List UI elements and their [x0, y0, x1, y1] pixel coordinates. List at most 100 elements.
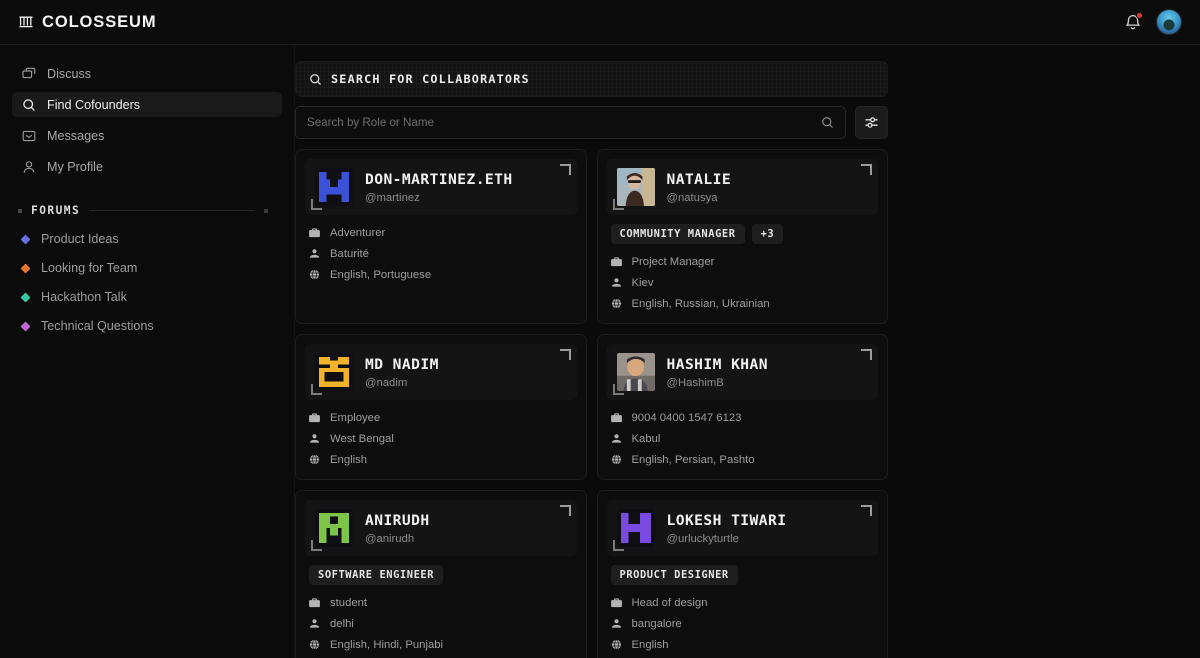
detail-value: English, Portuguese [330, 268, 432, 281]
card-identity: NATALIE @natusya [667, 171, 732, 204]
sidebar-item-label: Messages [47, 128, 105, 143]
collaborator-card[interactable]: HASHIM KHAN @HashimB 9004 0400 1547 6123 [596, 334, 888, 480]
forum-label: Hackathon Talk [41, 290, 127, 304]
search-icon [22, 98, 36, 112]
detail-location: West Bengal [309, 428, 577, 449]
collaborator-card[interactable]: ANIRUDH @anirudh SOFTWARE ENGINEER stude… [295, 490, 587, 658]
sidebar-item-messages[interactable]: Messages [12, 123, 282, 148]
card-header: ANIRUDH @anirudh [305, 500, 577, 556]
sidebar-item-discuss[interactable]: Discuss [12, 61, 282, 86]
detail-languages: English, Persian, Pashto [611, 449, 879, 470]
corner-bracket-bl [311, 384, 322, 395]
card-header: DON-MARTINEZ.ETH @martinez [305, 159, 577, 215]
detail-value: English, Persian, Pashto [631, 453, 755, 466]
collaborator-handle: @nadim [365, 376, 408, 389]
detail-value: West Bengal [330, 432, 394, 445]
filter-button[interactable] [855, 106, 888, 139]
top-bar-actions [1124, 9, 1182, 35]
top-bar: COLOSSEUM [0, 0, 1200, 45]
brand-name: COLOSSEUM [42, 12, 157, 31]
briefcase-icon [309, 597, 320, 608]
collaborator-name: LOKESH TIWARI [666, 511, 787, 529]
sidebar-forum-technical-questions[interactable]: Technical Questions [12, 314, 282, 338]
corner-bracket-bl [612, 199, 624, 210]
sidebar-forum-hackathon-talk[interactable]: Hackathon Talk [12, 285, 282, 309]
diamond-icon [20, 321, 31, 331]
user-icon [22, 160, 36, 174]
sidebar-item-my-profile[interactable]: My Profile [12, 154, 282, 179]
sidebar-forum-product-ideas[interactable]: Product Ideas [12, 227, 282, 251]
tag-role[interactable]: SOFTWARE ENGINEER [309, 565, 444, 585]
diamond-icon [20, 263, 31, 273]
sidebar-item-find-cofounders[interactable]: Find Cofounders [12, 92, 282, 117]
sidebar-item-label: My Profile [47, 159, 103, 174]
sliders-icon [864, 115, 879, 130]
tag-overflow-count[interactable]: +3 [751, 224, 784, 244]
forum-label: Looking for Team [41, 261, 138, 275]
detail-role: 9004 0400 1547 6123 [610, 407, 879, 428]
corner-bracket-bl [612, 384, 624, 395]
avatar[interactable] [1156, 9, 1182, 35]
corner-bracket-tr [861, 505, 872, 516]
detail-languages: English, Russian, Ukrainian [611, 293, 879, 314]
detail-value: Kabul [631, 432, 661, 445]
globe-icon [309, 639, 320, 650]
card-details: student delhi English, Hindi, Punjabi [305, 592, 577, 655]
detail-value: Kiev [631, 276, 654, 289]
card-identity: DON-MARTINEZ.ETH @martinez [365, 171, 513, 204]
pillar-icon [18, 14, 34, 30]
collaborator-card[interactable]: DON-MARTINEZ.ETH @martinez Adventurer Ba… [295, 149, 587, 324]
collaborator-card[interactable]: LOKESH TIWARI @urluckyturtle PRODUCT DES… [596, 490, 888, 658]
detail-value: English, Hindi, Punjabi [330, 638, 444, 651]
sidebar-forum-looking-for-team[interactable]: Looking for Team [12, 256, 282, 280]
globe-icon [611, 298, 622, 309]
bell-icon[interactable] [1124, 12, 1143, 31]
card-identity: ANIRUDH @anirudh [365, 512, 430, 545]
detail-location: Kiev [611, 272, 879, 293]
forum-label: Technical Questions [41, 319, 154, 333]
corner-bracket-tr [559, 349, 571, 360]
search-icon[interactable] [821, 116, 834, 129]
divider [89, 210, 255, 211]
corner-bracket-bl [311, 540, 322, 551]
collaborator-card[interactable]: MD NADIM @nadim Employee West Bengal Eng… [295, 334, 587, 480]
collaborator-handle: @anirudh [365, 532, 415, 545]
card-identity: HASHIM KHAN @HashimB [667, 356, 768, 389]
detail-value: Employee [330, 411, 381, 424]
detail-value: bangalore [631, 617, 682, 630]
collaborator-handle: @urluckyturtle [666, 532, 739, 545]
collaborator-card[interactable]: NATALIE @natusya COMMUNITY MANAGER +3 Pr… [596, 149, 888, 324]
card-header: MD NADIM @nadim [305, 344, 577, 400]
detail-value: Adventurer [330, 226, 386, 239]
notification-dot [1136, 12, 1143, 19]
brand-logo[interactable]: COLOSSEUM [18, 13, 157, 32]
detail-location: Kabul [611, 428, 879, 449]
search-input[interactable] [307, 116, 821, 129]
main-content: SEARCH FOR COLLABORATORS Search by Role … [295, 45, 1200, 658]
card-details: Project Manager Kiev English, Russian, U… [607, 251, 879, 314]
tag-role[interactable]: COMMUNITY MANAGER [610, 224, 745, 244]
detail-role: Employee [309, 407, 577, 428]
location-pin-icon [611, 277, 622, 288]
diamond-icon [20, 292, 31, 302]
corner-bracket-bl [311, 199, 322, 210]
detail-value: delhi [330, 617, 354, 630]
collaborator-name: ANIRUDH [365, 511, 430, 529]
discuss-icon [22, 67, 36, 81]
tag-role[interactable]: PRODUCT DESIGNER [610, 565, 738, 585]
card-header: NATALIE @natusya [606, 159, 878, 215]
detail-role: Adventurer [309, 222, 577, 243]
inbox-icon [22, 129, 36, 143]
globe-icon [309, 269, 320, 280]
location-pin-icon [309, 433, 320, 444]
card-identity: MD NADIM @nadim [365, 356, 439, 389]
sidebar: Discuss Find Cofounders Messages My Prof… [0, 45, 295, 658]
banner-title: SEARCH FOR COLLABORATORS [331, 72, 530, 86]
bullet-marker [18, 208, 22, 213]
briefcase-icon [309, 227, 320, 238]
search-field[interactable] [295, 106, 846, 139]
briefcase-icon [610, 256, 622, 267]
diamond-icon [20, 234, 31, 244]
detail-role: student [309, 592, 577, 613]
forum-label: Product Ideas [41, 232, 119, 246]
